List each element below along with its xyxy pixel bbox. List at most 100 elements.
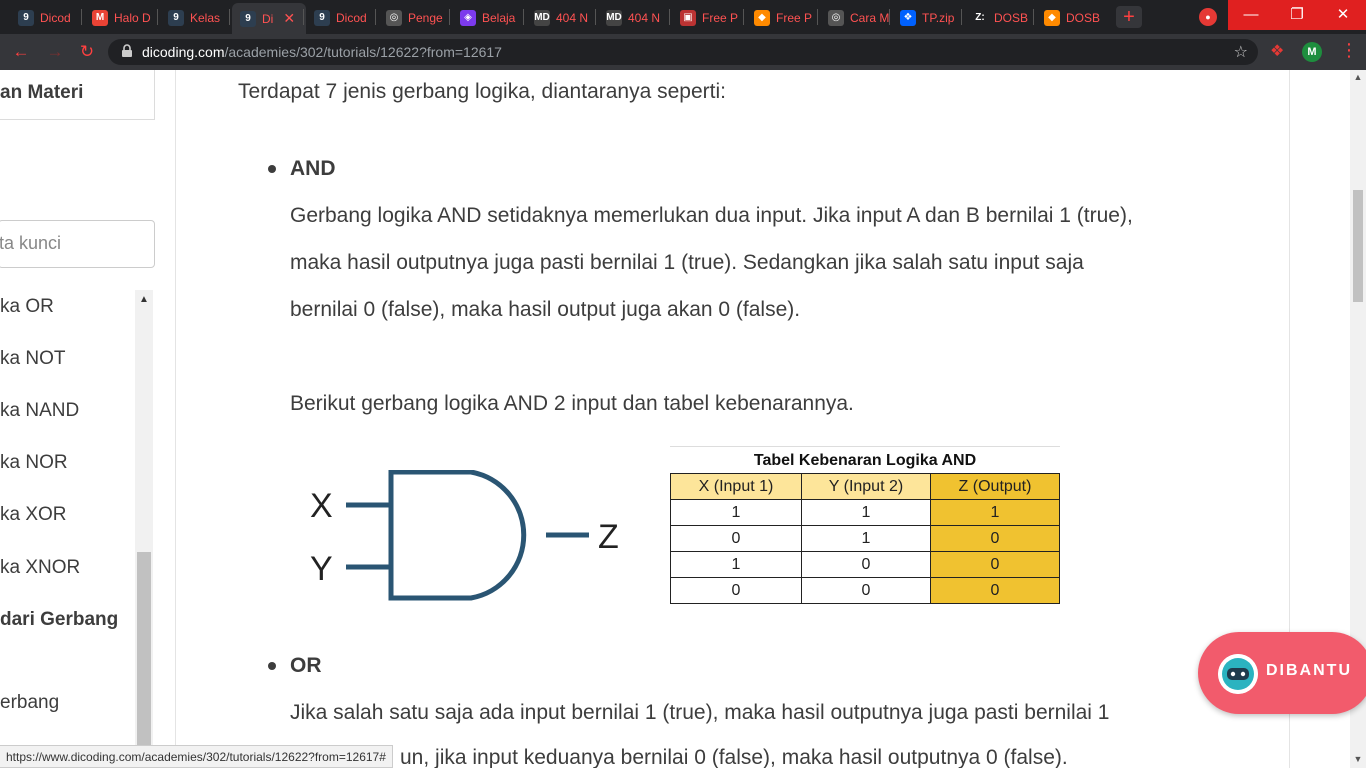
truth-table-cell: 0 (930, 525, 1060, 552)
tab-separator (81, 9, 82, 25)
help-chat-button[interactable]: DIBANTU (1198, 632, 1366, 714)
tab-label: Dicod (40, 10, 71, 25)
tab-label: Dicod (336, 10, 367, 25)
image-icon: ▣ (680, 9, 696, 26)
browser-tab[interactable]: 9 Di ✕ (232, 3, 306, 34)
tab-separator (229, 9, 230, 25)
sidebar-module-item[interactable]: ka OR (0, 296, 54, 318)
truth-table-row: 100 (670, 551, 1060, 578)
bookmark-star-icon[interactable]: ☆ (1234, 42, 1248, 62)
forward-arrow-icon[interactable]: → (44, 41, 66, 63)
truth-table-header: Z (Output) (930, 473, 1060, 500)
gate-input-y-label: Y (310, 550, 333, 588)
close-tab-icon[interactable]: ✕ (283, 10, 295, 27)
tab-label: Kelas (190, 10, 221, 25)
sidebar-module-item[interactable]: erbang (0, 692, 59, 714)
sidebar-module-item[interactable]: ka NOR (0, 452, 68, 474)
sidebar-module-item[interactable]: ka XOR (0, 504, 67, 526)
or-heading: OR (290, 654, 322, 677)
browser-tab[interactable]: ▣ Free P (672, 5, 742, 30)
sidebar-module-item[interactable]: ka XNOR (0, 557, 80, 579)
tab-separator (817, 9, 818, 25)
tab-separator (743, 9, 744, 25)
truth-table-header: X (Input 1) (670, 473, 802, 500)
tab-separator (889, 9, 890, 25)
scrollbar-thumb[interactable] (137, 552, 151, 768)
maximize-button[interactable]: ❐ (1274, 0, 1320, 30)
tab-separator (449, 9, 450, 25)
browser-tab[interactable]: ◎ Cara M (820, 5, 890, 30)
dicoding-icon: 9 (18, 9, 34, 26)
browser-tab[interactable]: 9 Dicod (10, 5, 80, 30)
browser-menu-icon[interactable]: ⋮ (1340, 40, 1358, 61)
new-tab-button[interactable]: + (1116, 6, 1142, 28)
freepik-icon: ◆ (1044, 9, 1060, 26)
gate-input-x-label: X (310, 487, 333, 525)
scroll-up-arrow-icon[interactable]: ▲ (1350, 72, 1366, 82)
back-arrow-icon[interactable]: ← (10, 41, 32, 63)
and-gate-diagram: X Y Z (310, 470, 619, 601)
tab-separator (157, 9, 158, 25)
and-paragraph-line: bernilai 0 (false), maka hasil output ju… (290, 298, 801, 321)
browser-tab[interactable]: ◆ Free P (746, 5, 816, 30)
browser-tab[interactable]: M Halo D (84, 5, 154, 30)
zenodo-icon: Z: (972, 9, 988, 26)
search-input[interactable]: ta kunci (0, 220, 155, 268)
scroll-up-arrow-icon[interactable]: ▲ (135, 294, 153, 305)
browser-toolbar: ← → ↻ dicoding.com/academies/302/tutoria… (0, 34, 1366, 70)
tab-label: 404 N (628, 10, 661, 25)
tab-label: Cara M (850, 10, 890, 25)
browser-tab[interactable]: ❖ TP.zip (892, 5, 962, 30)
browser-tab[interactable]: 9 Kelas (160, 5, 230, 30)
dicoding-icon: 9 (168, 9, 184, 26)
freepik-icon: ◆ (754, 9, 770, 26)
truth-table-row: 111 (670, 499, 1060, 526)
tab-label: DOSB (994, 10, 1029, 25)
bullet (268, 165, 276, 173)
scroll-down-arrow-icon[interactable]: ▼ (1350, 754, 1366, 764)
browser-tab[interactable]: 9 Dicod (306, 5, 376, 30)
browser-tab[interactable]: ◆ DOSB (1036, 5, 1106, 30)
scrollbar-thumb[interactable] (1353, 190, 1363, 302)
close-window-button[interactable]: ✕ (1320, 0, 1366, 30)
browser-tab[interactable]: Z: DOSB (964, 5, 1034, 30)
browser-tab[interactable]: MD 404 N (526, 5, 596, 30)
intro-text: Terdapat 7 jenis gerbang logika, diantar… (238, 80, 726, 103)
gate-output-z-label: Z (598, 518, 619, 556)
tab-strip: 9 Dicod M Halo D 9 Kelas 9 Di ✕ 9 Dicod ◎ Penge ◈ Bela… (0, 0, 1366, 34)
bullet (268, 662, 276, 670)
extension-puzzle-icon[interactable]: ❖ (1270, 41, 1284, 61)
avatar[interactable]: M (1302, 42, 1322, 62)
and-caption: Berikut gerbang logika AND 2 input dan t… (290, 392, 854, 415)
tab-separator (961, 9, 962, 25)
tab-separator (669, 9, 670, 25)
tab-separator (375, 9, 376, 25)
browser-tab[interactable]: ◈ Belaja (452, 5, 522, 30)
sidebar-scrollbar[interactable]: ▲ (135, 290, 153, 768)
profile-extension-icon[interactable]: ● (1199, 8, 1217, 26)
sidebar-module-item[interactable]: dari Gerbang (0, 609, 118, 631)
course-sidebar: an Materi ta kunci ka OR ka NOT ka NAND ka … (0, 70, 176, 768)
tab-label: Di (262, 11, 274, 26)
reload-icon[interactable]: ↻ (76, 41, 98, 63)
browser-tab[interactable]: MD 404 N (598, 5, 668, 30)
tab-label: Free P (702, 10, 739, 25)
browser-tab[interactable]: ◎ Penge (378, 5, 448, 30)
truth-table-cell: 1 (801, 525, 931, 552)
markdown-icon: MD (606, 9, 622, 26)
robot-icon (1218, 654, 1258, 694)
address-bar[interactable]: dicoding.com/academies/302/tutorials/126… (108, 39, 1258, 65)
sidebar-module-item[interactable]: ka NAND (0, 400, 79, 422)
and-gate-body (388, 470, 527, 601)
truth-table-cell: 0 (801, 577, 931, 604)
truth-table-title: Tabel Kebenaran Logika AND (670, 446, 1060, 473)
truth-table-header: Y (Input 2) (801, 473, 931, 500)
minimize-button[interactable]: — (1228, 0, 1274, 30)
sidebar-module-item[interactable]: ka NOT (0, 348, 65, 370)
dicoding-icon: 9 (314, 9, 330, 26)
sidebar-title: an Materi (0, 70, 155, 120)
tab-label: Belaja (482, 10, 516, 25)
markdown-icon: MD (534, 9, 550, 26)
truth-table-row: 010 (670, 525, 1060, 552)
truth-table: X (Input 1) Y (Input 2) Z (Output) 11101… (670, 473, 1060, 604)
